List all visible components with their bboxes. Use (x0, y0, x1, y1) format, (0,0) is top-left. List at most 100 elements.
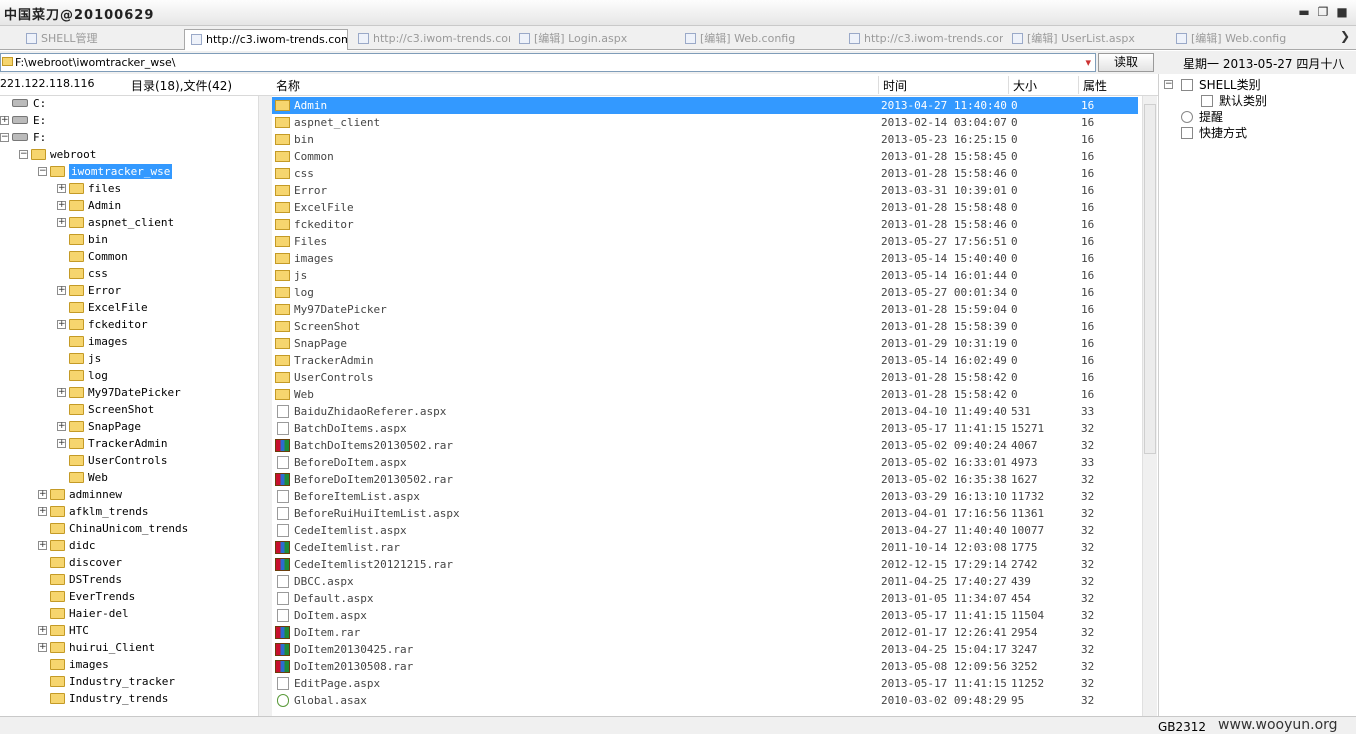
category-item[interactable]: 提醒 (1159, 109, 1355, 125)
tree-item[interactable]: + My97DatePicker (0, 385, 258, 402)
file-row[interactable]: css 2013-01-28 15:58:46 0 16 (272, 165, 1138, 182)
file-row[interactable]: bin 2013-05-23 16:25:15 0 16 (272, 131, 1138, 148)
file-row[interactable]: fckeditor 2013-01-28 15:58:46 0 16 (272, 216, 1138, 233)
tree-item[interactable]: + HTC (0, 623, 258, 640)
tree-item[interactable]: + afklm_trends (0, 504, 258, 521)
expand-toggle-icon[interactable]: + (38, 643, 47, 652)
tree-item[interactable]: + TrackerAdmin (0, 436, 258, 453)
expand-toggle-icon[interactable]: + (38, 541, 47, 550)
tree-item[interactable]: + aspnet_client (0, 215, 258, 232)
expand-toggle-icon[interactable]: + (57, 184, 66, 193)
scrollbar-thumb[interactable] (1144, 104, 1156, 454)
tree-item[interactable]: js (0, 351, 258, 368)
file-row[interactable]: Web 2013-01-28 15:58:42 0 16 (272, 386, 1138, 403)
tree-item[interactable]: DSTrends (0, 572, 258, 589)
file-row[interactable]: CedeItemlist.aspx 2013-04-27 11:40:40 1007… (272, 522, 1138, 539)
tab-item[interactable]: [编辑] UserList.aspx (1006, 29, 1166, 50)
category-item[interactable]: − SHELL类别 (1159, 77, 1355, 93)
pane-splitter[interactable] (258, 96, 272, 716)
file-row[interactable]: My97DatePicker 2013-01-28 15:59:04 0 16 (272, 301, 1138, 318)
category-item[interactable]: 快捷方式 (1159, 125, 1355, 141)
file-row[interactable]: ScreenShot 2013-01-28 15:58:39 0 16 (272, 318, 1138, 335)
file-row[interactable]: DoItem20130425.rar 2013-04-25 15:04:17 324… (272, 641, 1138, 658)
file-list[interactable]: Admin 2013-04-27 11:40:40 0 16 aspnet_client… (272, 96, 1142, 716)
tree-item[interactable]: Haier-del (0, 606, 258, 623)
file-row[interactable]: DoItem.aspx 2013-05-17 11:41:15 11504 32 (272, 607, 1138, 624)
expand-toggle-icon[interactable]: − (1164, 80, 1173, 89)
tree-item[interactable]: EverTrends (0, 589, 258, 606)
file-row[interactable]: EditPage.aspx 2013-05-17 11:41:15 11252 32 (272, 675, 1138, 692)
tab-item[interactable]: [编辑] Web.config (679, 29, 839, 50)
tree-item[interactable]: + fckeditor (0, 317, 258, 334)
tree-item[interactable]: + adminnew (0, 487, 258, 504)
expand-toggle-icon[interactable]: + (57, 388, 66, 397)
tree-item[interactable]: − F: (0, 130, 258, 147)
tree-item[interactable]: + E: (0, 113, 258, 130)
tree-item[interactable]: + didc (0, 538, 258, 555)
restore-icon[interactable]: ❐ (1315, 5, 1331, 19)
tree-item[interactable]: + Error (0, 283, 258, 300)
tree-item[interactable]: Industry_tracker (0, 674, 258, 691)
file-row[interactable]: Error 2013-03-31 10:39:01 0 16 (272, 182, 1138, 199)
directory-tree[interactable]: C: + E: − F: − webroot − iwomtracker_wse + files + A… (0, 96, 258, 716)
tree-item[interactable]: css (0, 266, 258, 283)
tree-item[interactable]: − iwomtracker_wse (0, 164, 258, 181)
file-row[interactable]: SnapPage 2013-01-29 10:31:19 0 16 (272, 335, 1138, 352)
expand-toggle-icon[interactable]: − (19, 150, 28, 159)
encoding-label[interactable]: GB2312 (1158, 720, 1206, 734)
column-name[interactable]: 名称 (276, 77, 300, 94)
dropdown-arrow-icon[interactable]: ▾ (1085, 54, 1091, 71)
tab-item[interactable]: SHELL管理 (20, 29, 180, 50)
column-divider[interactable] (1078, 76, 1079, 94)
file-row[interactable]: Common 2013-01-28 15:58:45 0 16 (272, 148, 1138, 165)
tree-item[interactable]: + Admin (0, 198, 258, 215)
file-row[interactable]: aspnet_client 2013-02-14 03:04:07 0 16 (272, 114, 1138, 131)
tab-scroll-icon[interactable]: ❯ (1340, 29, 1350, 43)
file-row[interactable]: BeforeItemList.aspx 2013-03-29 16:13:10 11… (272, 488, 1138, 505)
column-size[interactable]: 大小 (1013, 77, 1037, 94)
file-row[interactable]: BatchDoItems.aspx 2013-05-17 11:41:15 1527… (272, 420, 1138, 437)
tree-item[interactable]: images (0, 657, 258, 674)
minimize-icon[interactable]: ▬ (1296, 5, 1312, 19)
expand-toggle-icon[interactable]: + (0, 116, 9, 125)
file-row[interactable]: Default.aspx 2013-01-05 11:34:07 454 32 (272, 590, 1138, 607)
file-row[interactable]: UserControls 2013-01-28 15:58:42 0 16 (272, 369, 1138, 386)
file-row[interactable]: DoItem.rar 2012-01-17 12:26:41 2954 32 (272, 624, 1138, 641)
tree-item[interactable]: + files (0, 181, 258, 198)
tab-item[interactable]: http://c3.iwom-trends.com... (843, 29, 1003, 50)
tab-item[interactable]: [编辑] Login.aspx (513, 29, 676, 50)
tree-item[interactable]: ExcelFile (0, 300, 258, 317)
file-row[interactable]: DBCC.aspx 2011-04-25 17:40:27 439 32 (272, 573, 1138, 590)
tree-item[interactable]: ScreenShot (0, 402, 258, 419)
tab-item[interactable]: [编辑] Web.config (1170, 29, 1338, 50)
read-button[interactable]: 读取 (1098, 53, 1154, 72)
tree-item[interactable]: discover (0, 555, 258, 572)
file-row[interactable]: BeforeDoItem.aspx 2013-05-02 16:33:01 4973… (272, 454, 1138, 471)
path-input[interactable]: F:\webroot\iwomtracker_wse\ ▾ (0, 53, 1096, 72)
file-row[interactable]: BatchDoItems20130502.rar 2013-05-02 09:40… (272, 437, 1138, 454)
file-row[interactable]: BaiduZhidaoReferer.aspx 2013-04-10 11:49:… (272, 403, 1138, 420)
file-row[interactable]: BeforeDoItem20130502.rar 2013-05-02 16:35… (272, 471, 1138, 488)
file-row[interactable]: BeforeRuiHuiItemList.aspx 2013-04-01 17:1… (272, 505, 1138, 522)
file-row[interactable]: ExcelFile 2013-01-28 15:58:48 0 16 (272, 199, 1138, 216)
expand-toggle-icon[interactable]: + (57, 201, 66, 210)
file-row[interactable]: Files 2013-05-27 17:56:51 0 16 (272, 233, 1138, 250)
tree-item[interactable]: − webroot (0, 147, 258, 164)
tab-item[interactable]: http://c3.iwom-trends.com... (352, 29, 510, 50)
file-row[interactable]: DoItem20130508.rar 2013-05-08 12:09:56 325… (272, 658, 1138, 675)
expand-toggle-icon[interactable]: + (57, 286, 66, 295)
file-row[interactable]: images 2013-05-14 15:40:40 0 16 (272, 250, 1138, 267)
file-row[interactable]: CedeItemlist20121215.rar 2012-12-15 17:29… (272, 556, 1138, 573)
file-row[interactable]: log 2013-05-27 00:01:34 0 16 (272, 284, 1138, 301)
column-time[interactable]: 时间 (883, 77, 907, 94)
tree-item[interactable]: log (0, 368, 258, 385)
expand-toggle-icon[interactable]: + (38, 490, 47, 499)
tree-item[interactable]: + huirui_Client (0, 640, 258, 657)
column-divider[interactable] (1008, 76, 1009, 94)
expand-toggle-icon[interactable]: − (0, 133, 9, 142)
tree-item[interactable]: ChinaUnicom_trends (0, 521, 258, 538)
file-row[interactable]: TrackerAdmin 2013-05-14 16:02:49 0 16 (272, 352, 1138, 369)
expand-toggle-icon[interactable]: + (57, 320, 66, 329)
tree-item[interactable]: + SnapPage (0, 419, 258, 436)
file-row[interactable]: Global.asax 2010-03-02 09:48:29 95 32 (272, 692, 1138, 709)
